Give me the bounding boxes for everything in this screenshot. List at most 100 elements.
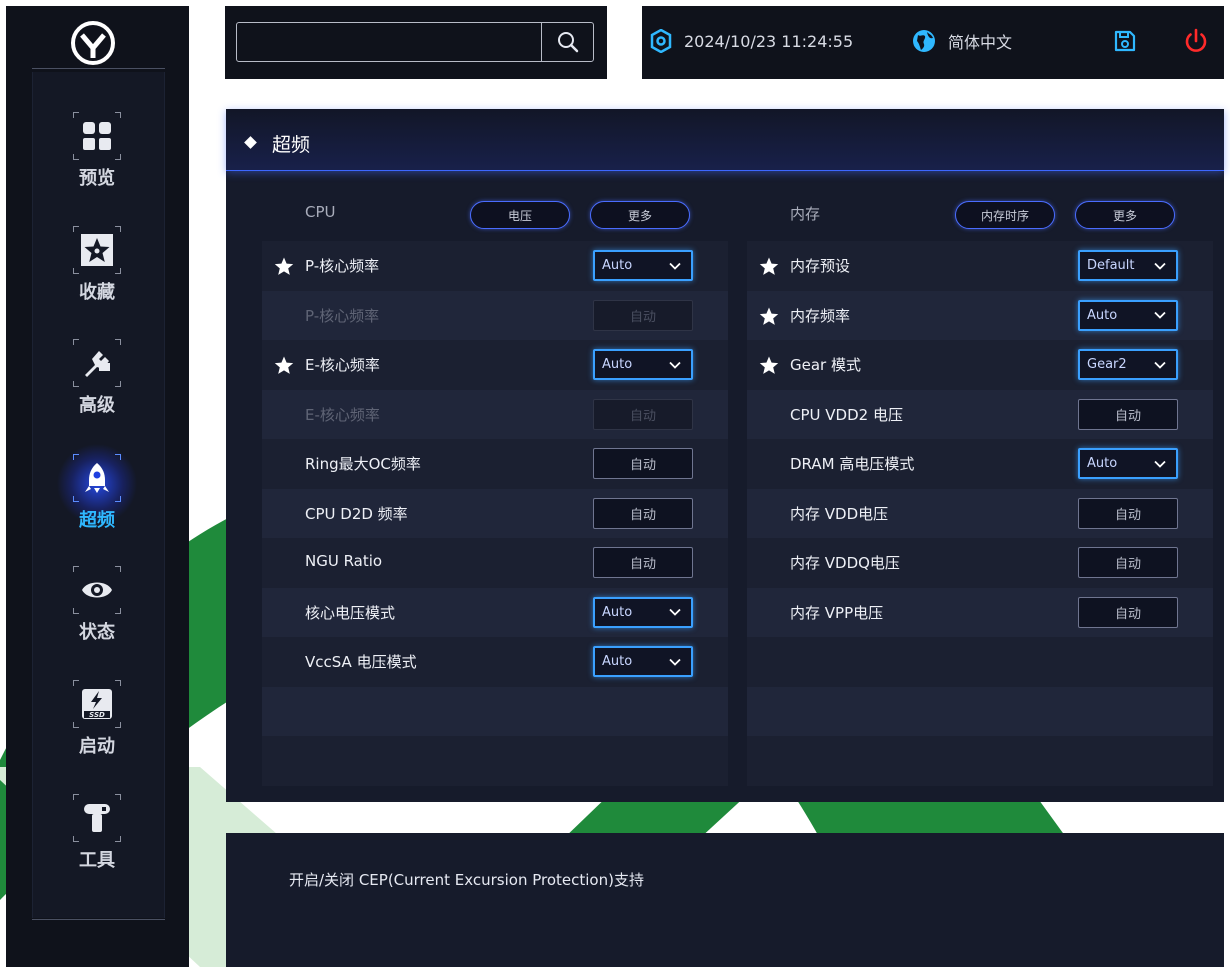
dropdown-value: Default	[1087, 258, 1135, 273]
language-selector[interactable]: 简体中文	[912, 26, 1012, 56]
chevron-down-icon	[1154, 361, 1166, 369]
favorite-star-icon[interactable]	[759, 307, 779, 326]
sidebar-item-favorites[interactable]: 收藏	[62, 226, 132, 318]
setting-dropdown[interactable]: Auto	[593, 349, 693, 380]
sidebar-item-label: 预览	[79, 168, 115, 189]
dropdown-value: Auto	[602, 654, 633, 669]
memory-settings-list: 内存预设 Default 内存频率 Auto Gear 模式 Gear2 CPU VDD2 …	[747, 241, 1213, 786]
sidebar-icon-frame	[73, 794, 121, 842]
sidebar-item-preview[interactable]: 预览	[62, 112, 132, 204]
search-box	[236, 22, 594, 62]
sidebar-item-label: 超频	[79, 510, 115, 531]
favorite-star-icon[interactable]	[759, 257, 779, 276]
setting-dropdown[interactable]: Auto	[593, 646, 693, 677]
dropdown-value: Auto	[1087, 456, 1118, 471]
power-icon	[1185, 28, 1207, 52]
setting-dropdown[interactable]: Auto	[593, 250, 693, 281]
cpu-column-header: CPU 电压 更多	[262, 189, 728, 241]
setting-label: 核心电压模式	[305, 603, 396, 622]
chevron-down-icon	[669, 361, 681, 369]
eye-icon	[82, 582, 112, 598]
setting-dropdown[interactable]: Auto	[593, 596, 693, 628]
chevron-down-icon	[1154, 460, 1166, 468]
setting-row[interactable]: Gear 模式 Gear2	[747, 340, 1213, 390]
setting-row[interactable]: VccSA 电压模式 Auto	[262, 637, 728, 687]
favorite-star-icon[interactable]	[759, 356, 779, 375]
setting-row[interactable]: P-核心频率 自动	[262, 290, 728, 340]
setting-label: VccSA 电压模式	[305, 653, 417, 671]
sidebar-item-label: 状态	[79, 622, 115, 643]
memory-timing-button[interactable]: 内存时序	[955, 201, 1055, 229]
setting-row[interactable]: 内存 VDD电压 自动	[747, 488, 1213, 538]
setting-row[interactable]: 内存频率 Auto	[747, 290, 1213, 340]
chevron-down-icon	[1154, 262, 1166, 270]
setting-row[interactable]: P-核心频率 Auto	[262, 241, 728, 291]
setting-row[interactable]: E-核心频率 自动	[262, 389, 728, 439]
datetime-text: 2024/10/23 11:24:55	[684, 31, 854, 51]
setting-label: CPU VDD2 电压	[790, 405, 903, 424]
setting-value-button[interactable]: 自动	[1078, 596, 1178, 628]
sidebar-item-boot[interactable]: SSD 启动	[62, 680, 132, 772]
setting-row[interactable]: CPU D2D 频率 自动	[262, 488, 728, 538]
cpu-column-title: CPU	[305, 203, 336, 221]
setting-dropdown[interactable]: Auto	[1078, 299, 1178, 331]
settings-hex-icon	[650, 29, 672, 53]
setting-row[interactable]: 核心电压模式 Auto	[262, 587, 728, 637]
setting-label: NGU Ratio	[305, 552, 383, 570]
setting-row[interactable]: Ring最大OC频率 自动	[262, 439, 728, 489]
setting-value-button[interactable]: 自动	[593, 497, 693, 529]
sidebar-item-label: 高级	[79, 395, 115, 416]
setting-value-button[interactable]: 自动	[593, 547, 693, 578]
language-text: 简体中文	[948, 33, 1013, 52]
dropdown-value: Gear2	[1087, 357, 1127, 372]
setting-row[interactable]: 内存 VDDQ电压 自动	[747, 538, 1213, 588]
setting-row[interactable]: DRAM 高电压模式 Auto	[747, 439, 1213, 489]
setting-row	[747, 637, 1213, 687]
chevron-down-icon	[669, 262, 681, 270]
cpu-voltage-button[interactable]: 电压	[470, 201, 570, 229]
sidebar-item-overclock[interactable]: 超频	[56, 444, 138, 546]
power-button[interactable]	[1183, 26, 1221, 56]
setting-value-button[interactable]: 自动	[1078, 547, 1178, 578]
setting-row[interactable]: 内存预设 Default	[747, 241, 1213, 291]
setting-row[interactable]: CPU VDD2 电压 自动	[747, 389, 1213, 439]
sidebar-item-label: 启动	[79, 736, 115, 757]
setting-row[interactable]: NGU Ratio 自动	[262, 538, 728, 588]
setting-dropdown[interactable]: Default	[1078, 250, 1178, 281]
setting-dropdown[interactable]: Gear2	[1078, 349, 1178, 380]
sidebar-item-advanced[interactable]: 高级	[62, 339, 132, 431]
svg-text:SSD: SSD	[89, 711, 105, 719]
sidebar-icon-frame	[73, 339, 121, 387]
setting-label: 内存频率	[790, 306, 851, 325]
save-icon	[1114, 30, 1136, 52]
setting-row[interactable]: 内存 VPP电压 自动	[747, 587, 1213, 637]
setting-label: DRAM 高电压模式	[790, 455, 915, 473]
save-button[interactable]	[1114, 26, 1148, 56]
sidebar-item-label: 工具	[79, 850, 115, 871]
dashboard-icon	[83, 122, 111, 150]
search-button[interactable]	[541, 23, 593, 61]
sidebar-icon-frame	[73, 566, 121, 614]
setting-label: 内存 VPP电压	[790, 603, 884, 622]
setting-value-button[interactable]: 自动	[1078, 398, 1178, 430]
chevron-down-icon	[1154, 311, 1166, 319]
sidebar-item-tools[interactable]: 工具	[62, 794, 132, 886]
setting-value-button[interactable]: 自动	[593, 448, 693, 479]
setting-value-button[interactable]: 自动	[1078, 497, 1178, 529]
rocket-icon	[85, 463, 109, 493]
setting-row[interactable]: E-核心频率 Auto	[262, 340, 728, 390]
sidebar-item-label: 收藏	[79, 282, 115, 303]
cpu-more-button[interactable]: 更多	[590, 201, 690, 229]
dropdown-value: Auto	[602, 604, 633, 620]
search-input[interactable]	[237, 23, 542, 61]
sidebar-icon-frame	[73, 226, 121, 274]
sidebar: 预览 收藏 高级 超频 状态 SSD 启动 工具	[6, 6, 189, 967]
favorite-star-icon[interactable]	[274, 257, 294, 276]
memory-more-button[interactable]: 更多	[1075, 201, 1175, 229]
memory-column-header: 内存 内存时序 更多	[747, 189, 1213, 241]
sidebar-item-status[interactable]: 状态	[62, 566, 132, 658]
favorite-star-icon[interactable]	[274, 356, 294, 375]
setting-dropdown[interactable]: Auto	[1078, 448, 1178, 479]
dropdown-value: Auto	[602, 258, 633, 273]
setting-value-button: 自动	[593, 299, 693, 331]
